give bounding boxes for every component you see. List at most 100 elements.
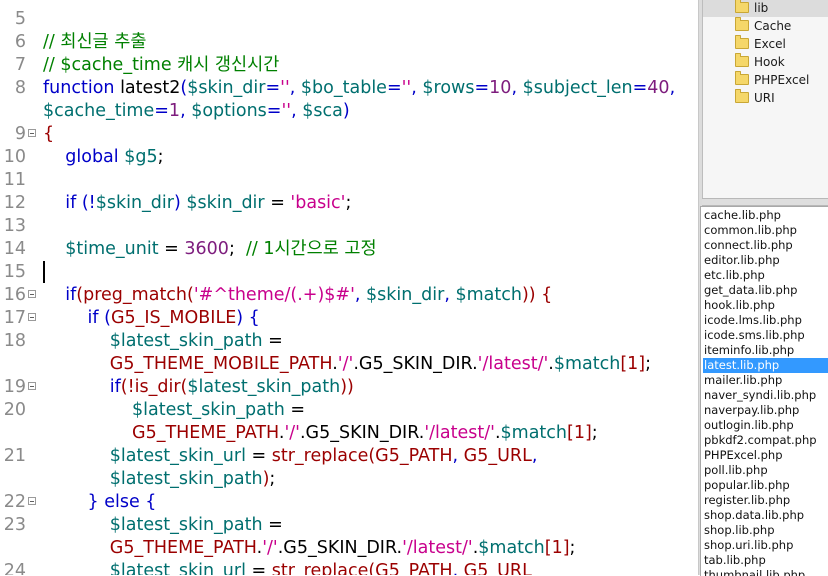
code-token: if	[65, 285, 77, 305]
file-list-item[interactable]: connect.lib.php	[703, 238, 828, 253]
folder-item-uri[interactable]: URI	[735, 89, 828, 107]
file-list-item[interactable]: register.lib.php	[703, 493, 828, 508]
code-editor[interactable]: 5 6 // 최신글 추출 7 // $cache_time 캐시 갱신시간 8 funct…	[0, 0, 698, 575]
file-list-item[interactable]: shop.uri.lib.php	[703, 538, 828, 553]
code-token: ,	[511, 78, 523, 98]
code-line[interactable]: $latest_skin_path);	[0, 468, 698, 491]
folder-item-hook[interactable]: Hook	[735, 53, 828, 71]
code-token: =	[245, 446, 272, 466]
code-token: =	[158, 239, 185, 259]
code-token: ;	[645, 354, 652, 374]
folder-item-excel[interactable]: Excel	[735, 35, 828, 53]
file-list[interactable]: cache.lib.php common.lib.php connect.lib.p…	[700, 206, 828, 576]
file-list-item[interactable]: popular.lib.php	[703, 478, 828, 493]
code-line[interactable]: 22 } else {	[0, 491, 698, 514]
file-list-item[interactable]: common.lib.php	[703, 223, 828, 238]
file-list-item[interactable]: hook.lib.php	[703, 298, 828, 313]
code-token: preg_match	[83, 285, 188, 305]
line-number: 12	[3, 193, 26, 213]
code-line[interactable]: 20 $latest_skin_path =	[0, 399, 698, 422]
fold-toggle-icon[interactable]	[28, 290, 36, 298]
code-line[interactable]: 7 // $cache_time 캐시 갱신시간	[0, 54, 698, 77]
folder-icon	[735, 53, 749, 67]
code-line[interactable]: 5	[0, 8, 698, 31]
code-token: $skin_dir	[186, 193, 265, 213]
code-line[interactable]: 11	[0, 169, 698, 192]
file-list-item[interactable]: mailer.lib.php	[703, 373, 828, 388]
file-list-item[interactable]: editor.lib.php	[703, 253, 828, 268]
code-line[interactable]: 16 if(preg_match('#^theme/(.+)$#', $skin…	[0, 284, 698, 307]
code-token: =	[266, 101, 282, 121]
code-line[interactable]: 14 $time_unit = 3600; // 1시간으로 고정	[0, 238, 698, 261]
code-text: if(!is_dir($latest_skin_path))	[43, 376, 354, 399]
code-token: G5_THEME_PATH	[132, 423, 279, 443]
code-text: G5_THEME_MOBILE_PATH.'/'.G5_SKIN_DIR.'/l…	[43, 353, 651, 376]
file-list-item[interactable]: tab.lib.php	[703, 553, 828, 568]
code-line[interactable]: 21 $latest_skin_url = str_replace(G5_PAT…	[0, 445, 698, 468]
file-list-item[interactable]: shop.data.lib.php	[703, 508, 828, 523]
code-line[interactable]: 24 $latest_skin_url = str_replace(G5_PAT…	[0, 560, 698, 575]
code-text: $cache_time=1, $options='', $sca)	[43, 100, 350, 123]
code-line[interactable]: 12 if (!$skin_dir) $skin_dir = 'basic';	[0, 192, 698, 215]
file-list-item[interactable]: pbkdf2.compat.php	[703, 433, 828, 448]
code-text: $latest_skin_path =	[43, 514, 283, 537]
fold-toggle-icon[interactable]	[28, 313, 36, 321]
code-token: '/latest/'	[402, 538, 473, 558]
line-number: 18	[3, 331, 26, 351]
code-line[interactable]: G5_THEME_PATH.'/'.G5_SKIN_DIR.'/latest/'…	[0, 422, 698, 445]
code-line[interactable]: 6 // 최신글 추출	[0, 31, 698, 54]
file-list-item[interactable]: etc.lib.php	[703, 268, 828, 283]
file-list-item[interactable]: get_data.lib.php	[703, 283, 828, 298]
code-line[interactable]: 17 if (G5_IS_MOBILE) {	[0, 307, 698, 330]
file-list-item[interactable]: cache.lib.php	[703, 208, 828, 223]
code-line[interactable]: G5_THEME_MOBILE_PATH.'/'.G5_SKIN_DIR.'/l…	[0, 353, 698, 376]
fold-toggle-icon[interactable]	[28, 382, 36, 390]
folder-item-lib[interactable]: lib	[703, 0, 828, 17]
file-list-item[interactable]: icode.lms.lib.php	[703, 313, 828, 328]
code-token: {	[145, 492, 157, 512]
file-list-item[interactable]: poll.lib.php	[703, 463, 828, 478]
folder-item-cache[interactable]: Cache	[735, 17, 828, 35]
code-line[interactable]: $cache_time=1, $options='', $sca)	[0, 100, 698, 123]
code-token: [1]	[544, 538, 570, 558]
file-list-item[interactable]: icode.sms.lib.php	[703, 328, 828, 343]
code-line[interactable]: G5_THEME_PATH.'/'.G5_SKIN_DIR.'/latest/'…	[0, 537, 698, 560]
code-line[interactable]: 10 global $g5;	[0, 146, 698, 169]
code-token: function	[43, 78, 121, 98]
code-token: 40	[647, 78, 670, 98]
fold-toggle-icon[interactable]	[28, 129, 36, 137]
code-token: =	[632, 78, 648, 98]
code-line[interactable]: 13	[0, 215, 698, 238]
code-line[interactable]: 23 $latest_skin_path =	[0, 514, 698, 537]
file-list-item[interactable]: PHPExcel.php	[703, 448, 828, 463]
code-token: ,	[669, 78, 676, 98]
file-list-item[interactable]: iteminfo.lib.php	[703, 343, 828, 358]
file-list-item[interactable]: naverpay.lib.php	[703, 403, 828, 418]
code-token: $rows	[422, 78, 475, 98]
folder-icon	[735, 35, 749, 49]
code-line[interactable]: 18 $latest_skin_path =	[0, 330, 698, 353]
code-token: $latest_skin_path	[187, 377, 341, 397]
code-line[interactable]: 9{	[0, 123, 698, 146]
code-line[interactable]: 15	[0, 261, 698, 284]
code-text: G5_THEME_PATH.'/'.G5_SKIN_DIR.'/latest/'…	[43, 537, 576, 560]
code-text: G5_THEME_PATH.'/'.G5_SKIN_DIR.'/latest/'…	[43, 422, 598, 445]
code-line[interactable]: 8 function latest2($skin_dir='', $bo_tabl…	[0, 77, 698, 100]
file-list-item[interactable]: naver_syndi.lib.php	[703, 388, 828, 403]
panel-splitter[interactable]	[702, 198, 828, 206]
file-list-item[interactable]: shop.lib.php	[703, 523, 828, 538]
code-token: $latest_skin_path	[132, 400, 285, 420]
code-token: =	[386, 78, 402, 98]
code-token: 10	[489, 78, 512, 98]
code-token: ,	[452, 446, 464, 466]
code-token: =	[264, 193, 291, 213]
file-list-item[interactable]: latest.lib.php	[703, 358, 828, 373]
folder-item-phpexcel[interactable]: PHPExcel	[735, 71, 828, 89]
code-token: $match	[500, 423, 567, 443]
fold-toggle-icon[interactable]	[28, 497, 36, 505]
code-line[interactable]: 19 if(!is_dir($latest_skin_path))	[0, 376, 698, 399]
folder-tree[interactable]: lib Cache Excel Hook PHPExcel URI	[702, 0, 828, 198]
file-list-item[interactable]: outlogin.lib.php	[703, 418, 828, 433]
line-number: 17	[3, 308, 26, 328]
